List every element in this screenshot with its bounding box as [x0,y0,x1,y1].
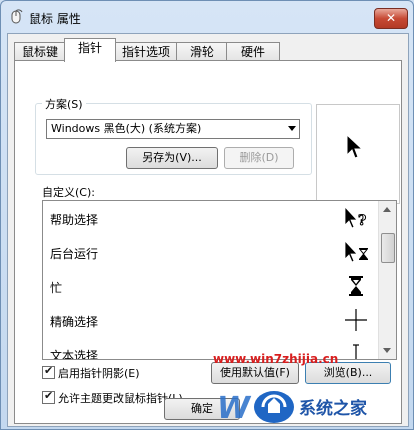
scroll-up-arrow-icon[interactable] [383,207,391,212]
title-bar[interactable]: 鼠标 属性 ✕ [1,1,413,33]
precision-crosshair-cursor-icon [345,309,367,331]
scheme-label: 方案(S) [42,96,86,112]
arrow-cursor-icon [346,133,364,159]
list-item[interactable]: 忙 [43,269,379,303]
tab-pointer-options[interactable]: 指针选项 [114,42,178,61]
svg-text:W: W [217,391,252,426]
watermark-logo: W 系统之家 [217,391,367,426]
save-as-button[interactable]: 另存为(V)... [126,147,218,169]
close-icon: ✕ [385,11,397,25]
scheme-dropdown[interactable]: Windows 黑色(大) (系统方案) [46,119,300,139]
scroll-down-arrow-icon[interactable] [383,348,391,353]
delete-button[interactable]: 删除(D) [224,147,294,169]
cursor-preview [316,104,400,204]
watermark-url: www.win7zhijia.cn [213,352,339,366]
tab-hardware[interactable]: 硬件 [226,42,280,61]
tab-pointers[interactable]: 指针 [64,38,116,62]
pointers-panel: 方案(S) Windows 黑色(大) (系统方案) 另存为(V)... 删除(… [14,60,402,424]
close-button[interactable]: ✕ [374,8,408,29]
list-item[interactable]: 帮助选择 ? [43,201,379,235]
checkbox-box[interactable]: ✔ [42,364,55,379]
watermark-brand-text: 系统之家 [299,398,367,419]
help-select-cursor-icon: ? [344,205,367,230]
tab-wheel[interactable]: 滑轮 [176,42,228,61]
working-in-background-cursor-icon [344,239,368,263]
dialog-body: 鼠标键 指针 指针选项 滑轮 硬件 方案(S) Windows 黑色(大) (系… [7,33,409,427]
list-item[interactable]: 精确选择 [43,303,379,337]
text-select-cursor-icon [353,344,359,359]
svg-text:?: ? [358,213,366,229]
check-icon: ✔ [44,364,54,377]
scrollbar-thumb[interactable] [381,233,395,263]
list-item[interactable]: 后台运行 [43,235,379,269]
checkbox-box[interactable]: ✔ [42,389,55,404]
tab-buttons[interactable]: 鼠标键 [14,42,66,61]
mouse-icon [11,9,23,24]
check-icon: ✔ [44,389,54,402]
chevron-down-icon [288,126,296,131]
cursor-list[interactable]: 帮助选择 ? 后台运行 忙 精确选择 文本选择 [42,200,397,360]
window-title: 鼠标 属性 [29,12,81,26]
list-scrollbar[interactable] [378,201,396,359]
busy-hourglass-cursor-icon [349,276,363,296]
scheme-selected-value: Windows 黑色(大) (系统方案) [51,122,202,135]
mouse-properties-window: 鼠标 属性 ✕ 鼠标键 指针 指针选项 滑轮 硬件 方案(S) Windows … [0,0,414,430]
customize-label: 自定义(C): [42,186,95,199]
